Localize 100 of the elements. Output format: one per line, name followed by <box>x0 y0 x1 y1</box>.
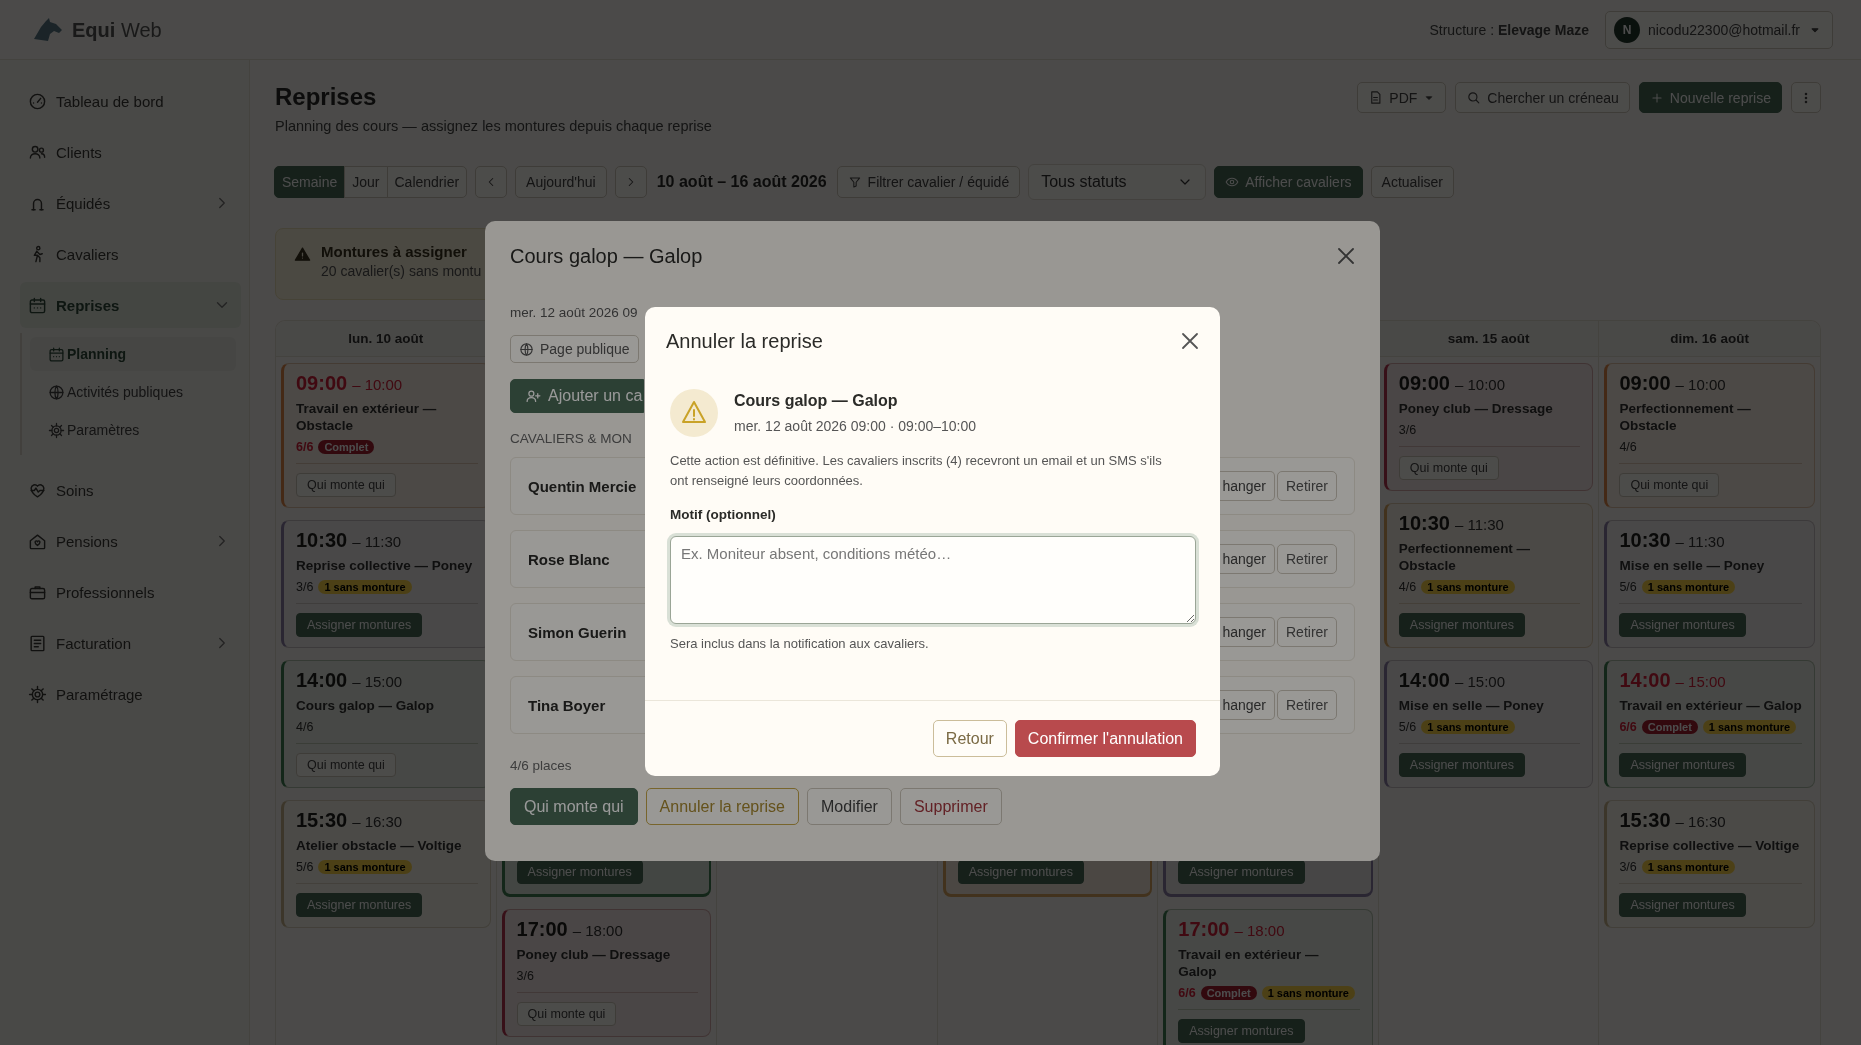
status-tag: Complet <box>1641 720 1698 734</box>
filter-icon <box>847 175 862 189</box>
confirm-button[interactable]: Confirmer l'annulation <box>1014 720 1196 757</box>
card-time: 15:30 <box>296 809 348 832</box>
nav-item[interactable]: Clients <box>20 129 241 175</box>
card-time: 15:30 <box>1619 809 1671 832</box>
card-time: 17:00 <box>516 918 568 941</box>
card-end-time: – 11:30 <box>1675 533 1725 550</box>
remove-button[interactable]: Retirer <box>1277 471 1337 501</box>
status-tag: 1 sans monture <box>318 580 412 594</box>
nav-item[interactable]: Soins <box>20 467 241 513</box>
who-rides-button[interactable]: Qui monte qui <box>1398 456 1499 480</box>
card-title: Atelier obstacle — Voltige <box>296 837 463 854</box>
card-end-time: – 11:30 <box>1455 516 1504 533</box>
change-button[interactable]: hanger <box>1218 544 1275 574</box>
seat-count: 3/6 <box>1398 423 1417 437</box>
document-icon <box>1368 90 1384 105</box>
nav-item[interactable]: Paramétrage <box>20 671 241 717</box>
today-button[interactable]: Aujourd'hui <box>515 166 607 198</box>
card-end-time: – 18:00 <box>572 922 623 939</box>
modal-title: Cours galop — Galop <box>510 244 703 268</box>
view-tab[interactable]: Calendrier <box>386 166 468 198</box>
user-menu[interactable]: N nicodu22300@hotmail.fr <box>1605 11 1833 49</box>
nav-item[interactable]: Tableau de bord <box>20 78 241 124</box>
refresh-button[interactable]: Actualiser <box>1370 166 1454 198</box>
card-time: 09:00 <box>1619 372 1671 395</box>
globe-icon <box>519 341 534 357</box>
card-time: 10:30 <box>1398 512 1450 535</box>
back-button[interactable]: Retour <box>932 720 1007 757</box>
receipt-icon <box>28 633 47 653</box>
seat-count: 6/6 <box>1619 720 1637 734</box>
search-button[interactable]: Chercher un créneau <box>1455 82 1630 113</box>
remove-button[interactable]: Retirer <box>1277 690 1337 720</box>
status-tag: 1 sans monture <box>1421 720 1515 734</box>
change-button[interactable]: hanger <box>1218 471 1275 501</box>
public-page-button[interactable]: Page publique <box>510 335 639 363</box>
change-button[interactable]: hanger <box>1218 617 1275 647</box>
card-title: Mise en selle — Poney <box>1398 697 1545 714</box>
card-end-time: – 10:00 <box>1675 376 1726 393</box>
card-end-time: – 11:30 <box>352 533 402 550</box>
seat-count: 4/6 <box>1619 440 1637 454</box>
nav-item[interactable]: Pensions <box>20 518 241 564</box>
view-tab[interactable]: Jour <box>344 166 388 198</box>
nav-item[interactable]: Équidés <box>20 180 241 226</box>
card-title: Mise en selle — Poney <box>1619 557 1766 574</box>
calendar-icon <box>28 295 47 315</box>
gauge-icon <box>28 91 47 111</box>
change-button[interactable]: hanger <box>1218 690 1275 720</box>
action-button[interactable]: Supprimer <box>899 788 1002 825</box>
card-time: 17:00 <box>1178 918 1230 941</box>
calendar-icon <box>48 345 65 363</box>
remove-button[interactable]: Retirer <box>1277 544 1337 574</box>
rider-name: Rose Blanc <box>528 550 610 568</box>
card-title: Travail en extérieur — Obstacle <box>296 400 438 434</box>
reason-field[interactable]: Ex. Moniteur absent, conditions météo… <box>670 536 1196 624</box>
gear-icon <box>48 421 65 439</box>
card-title: Poney club — Dressage <box>516 946 672 963</box>
places-count: 4/6 places <box>510 758 573 773</box>
date-range: 10 août – 16 août 2026 <box>656 173 827 191</box>
status-tag: 1 sans monture <box>1261 986 1355 1000</box>
remove-button[interactable]: Retirer <box>1277 617 1337 647</box>
warning-icon <box>670 389 718 437</box>
rider-name: Tina Boyer <box>528 696 606 714</box>
who-rides-button[interactable]: Qui monte qui <box>296 473 396 497</box>
search-icon <box>1466 90 1482 105</box>
card-title: Perfectionnement — Obstacle <box>1398 540 1532 574</box>
lesson-name: Cours galop — Galop <box>734 392 899 410</box>
card-end-time: – 10:00 <box>352 376 403 393</box>
status-tag: Complet <box>1200 986 1257 1000</box>
status-select[interactable]: Tous statuts <box>1028 164 1207 200</box>
add-rider-button[interactable]: Ajouter un ca <box>510 379 644 413</box>
alert-title: Montures à assigner <box>321 243 468 260</box>
more-button[interactable] <box>1791 82 1821 113</box>
dialog-title: Annuler la reprise <box>666 329 823 353</box>
section-heading: CAVALIERS & MON <box>510 431 633 446</box>
nav-item[interactable]: Facturation <box>20 620 241 666</box>
pdf-button[interactable]: PDF <box>1357 82 1447 113</box>
card-end-time: – 15:00 <box>1675 673 1726 690</box>
card-end-time: – 16:30 <box>1675 813 1726 830</box>
who-rides-button[interactable]: Qui monte qui <box>296 753 396 777</box>
previous-button[interactable] <box>475 166 508 198</box>
status-tag: 1 sans monture <box>1702 720 1797 734</box>
action-button[interactable]: Qui monte qui <box>510 788 638 825</box>
action-button[interactable]: Modifier <box>807 788 892 825</box>
horse-head-icon <box>32 17 64 43</box>
card-time: 14:00 <box>1619 669 1671 692</box>
nav-item[interactable]: Cavaliers <box>20 231 241 277</box>
next-button[interactable] <box>614 166 647 198</box>
avatar: N <box>1614 17 1640 43</box>
rider-name: Simon Guerin <box>528 623 627 641</box>
card-title: Travail en extérieur — Galop <box>1178 946 1320 980</box>
status-tag: Complet <box>318 440 375 454</box>
field-label: Motif (optionnel) <box>670 507 777 522</box>
seat-count: 6/6 <box>1178 986 1196 1000</box>
action-button[interactable]: Annuler la reprise <box>645 788 799 825</box>
nav-item[interactable]: Professionnels <box>20 569 241 615</box>
lesson-card[interactable]: 09:00 – 10:00 Poney club — Dressage 3/6 Qui monte qui <box>1383 363 1594 491</box>
seat-count: 5/6 <box>1619 580 1637 594</box>
filter-button[interactable]: Filtrer cavalier / équidé <box>836 166 1021 198</box>
seat-count: 3/6 <box>516 969 534 983</box>
